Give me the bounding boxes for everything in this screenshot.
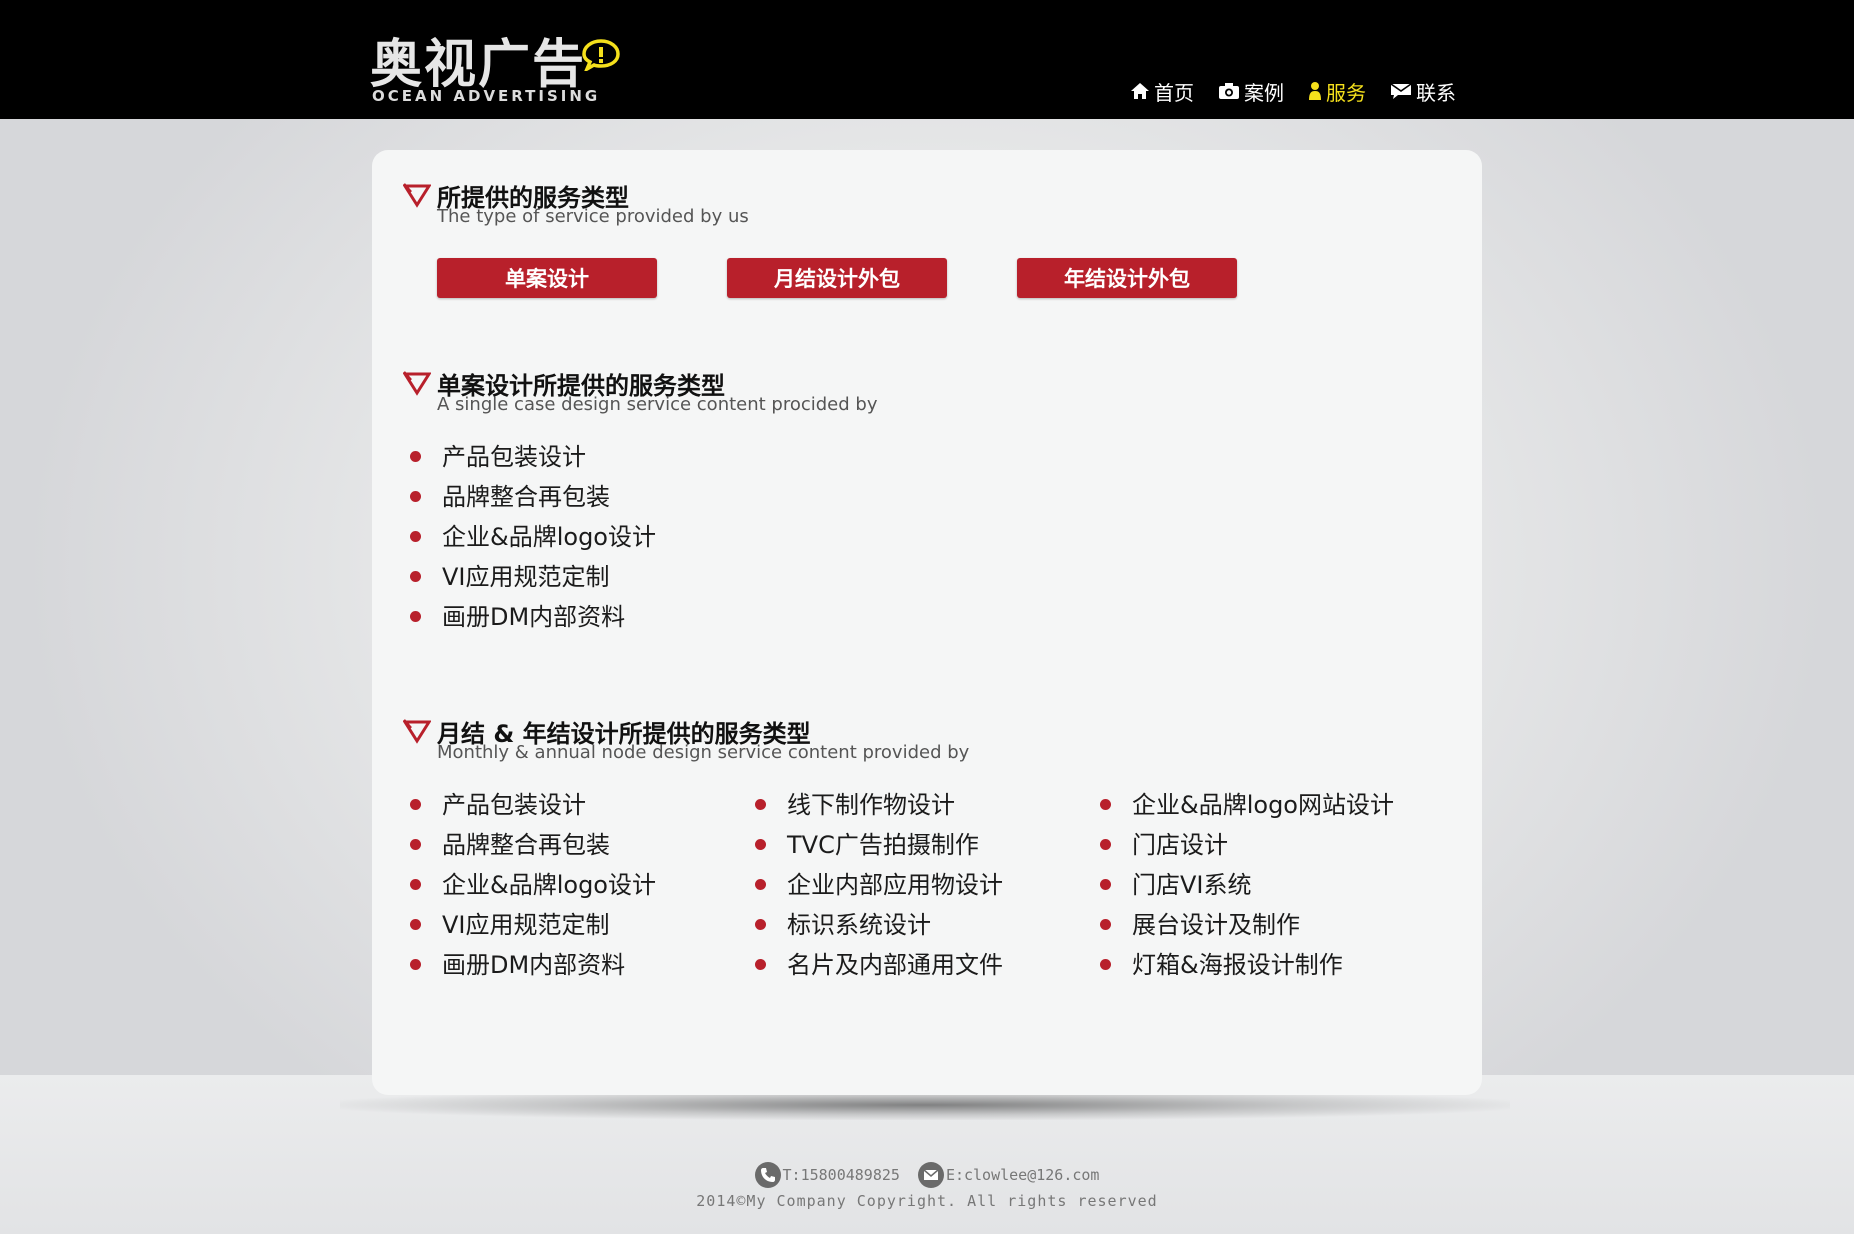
footer-phone: T:15800489825 [754,1162,900,1188]
monthly-service-list-col1: 产品包装设计 品牌整合再包装 企业&品牌logo设计 VI应用规范定制 画册DM… [404,785,656,985]
bullet-dot-icon [410,451,421,462]
yearly-outsource-button[interactable]: 年结设计外包 [1017,258,1237,298]
list-item: 名片及内部通用文件 [749,945,1003,985]
list-item: 企业&品牌logo设计 [404,517,656,557]
mail-icon [1390,83,1412,99]
bullet-dot-icon [1100,799,1111,810]
camera-icon [1219,83,1239,99]
list-item: 灯箱&海报设计制作 [1094,945,1394,985]
bullet-dot-icon [410,959,421,970]
bullet-dot-icon [410,531,421,542]
footer-email[interactable]: E:clowlee@126.com [917,1162,1100,1188]
envelope-icon [917,1162,944,1188]
bullet-dot-icon [410,839,421,850]
brand-name-cn: 奥视广告 [370,35,587,95]
nav-label-cases: 案例 [1244,80,1284,105]
list-item: TVC广告拍摄制作 [749,825,1003,865]
section-subtitle: A single case design service content pro… [437,394,878,415]
section-subtitle: The type of service provided by us [437,206,749,227]
list-item: 企业&品牌logo设计 [404,865,656,905]
monthly-outsource-button[interactable]: 月结设计外包 [727,258,947,298]
bullet-dot-icon [1100,919,1111,930]
user-icon [1309,82,1321,100]
nav-item-services[interactable]: 服务 [1308,78,1366,105]
bullet-dot-icon [755,919,766,930]
list-item: 产品包装设计 [404,437,656,477]
list-item: 画册DM内部资料 [404,597,656,637]
triangle-marker-icon [403,719,431,744]
list-item: 展台设计及制作 [1094,905,1394,945]
list-item: 产品包装设计 [404,785,656,825]
list-item: 画册DM内部资料 [404,945,656,985]
brand-logo[interactable]: 奥视广告 OCEAN ADVERTISING [370,35,630,110]
nav-label-services: 服务 [1326,80,1366,105]
bullet-dot-icon [755,959,766,970]
list-item: 门店设计 [1094,825,1394,865]
bullet-dot-icon [1100,839,1111,850]
list-item: 品牌整合再包装 [404,477,656,517]
nav-item-home[interactable]: 首页 [1130,78,1194,105]
single-case-service-list: 产品包装设计 品牌整合再包装 企业&品牌logo设计 VI应用规范定制 画册DM… [404,437,656,637]
nav-item-contact[interactable]: 联系 [1390,78,1456,105]
monthly-service-list-col2: 线下制作物设计 TVC广告拍摄制作 企业内部应用物设计 标识系统设计 名片及内部… [749,785,1003,985]
list-item: 品牌整合再包装 [404,825,656,865]
bullet-dot-icon [410,571,421,582]
footer-email-text: E:clowlee@126.com [945,1166,1100,1184]
bullet-dot-icon [410,611,421,622]
footer-phone-text: T:15800489825 [782,1166,900,1184]
footer-contact: T:15800489825 E:clowlee@126.com [0,1162,1854,1188]
list-item: 线下制作物设计 [749,785,1003,825]
nav-label-contact: 联系 [1416,80,1456,105]
list-item: VI应用规范定制 [404,557,656,597]
main-nav: 首页 案例 服务 联系 [1130,78,1456,108]
list-item: 企业内部应用物设计 [749,865,1003,905]
list-item: 企业&品牌logo网站设计 [1094,785,1394,825]
bullet-dot-icon [755,839,766,850]
list-item: 门店VI系统 [1094,865,1394,905]
section-subtitle: Monthly & annual node design service con… [437,742,970,763]
bullet-dot-icon [410,879,421,890]
nav-item-cases[interactable]: 案例 [1218,78,1284,105]
nav-label-home: 首页 [1154,80,1194,105]
home-icon [1131,83,1149,99]
bullet-dot-icon [410,799,421,810]
triangle-marker-icon [403,371,431,396]
list-item: 标识系统设计 [749,905,1003,945]
page-footer: T:15800489825 E:clowlee@126.com 2014©My … [0,1162,1854,1210]
monthly-service-list-col3: 企业&品牌logo网站设计 门店设计 门店VI系统 展台设计及制作 灯箱&海报设… [1094,785,1394,985]
bullet-dot-icon [410,491,421,502]
list-item: VI应用规范定制 [404,905,656,945]
triangle-marker-icon [403,183,431,208]
bullet-dot-icon [410,919,421,930]
speech-bubble-icon [582,39,620,71]
bullet-dot-icon [1100,879,1111,890]
phone-icon [754,1162,781,1188]
single-case-design-button[interactable]: 单案设计 [437,258,657,298]
bullet-dot-icon [755,799,766,810]
bullet-dot-icon [1100,959,1111,970]
brand-name-en: OCEAN ADVERTISING [372,87,601,105]
bullet-dot-icon [755,879,766,890]
top-header: 奥视广告 OCEAN ADVERTISING 首页 案例 服务 联系 [0,0,1854,119]
footer-copyright: 2014©My Company Copyright. All rights re… [696,1192,1158,1210]
